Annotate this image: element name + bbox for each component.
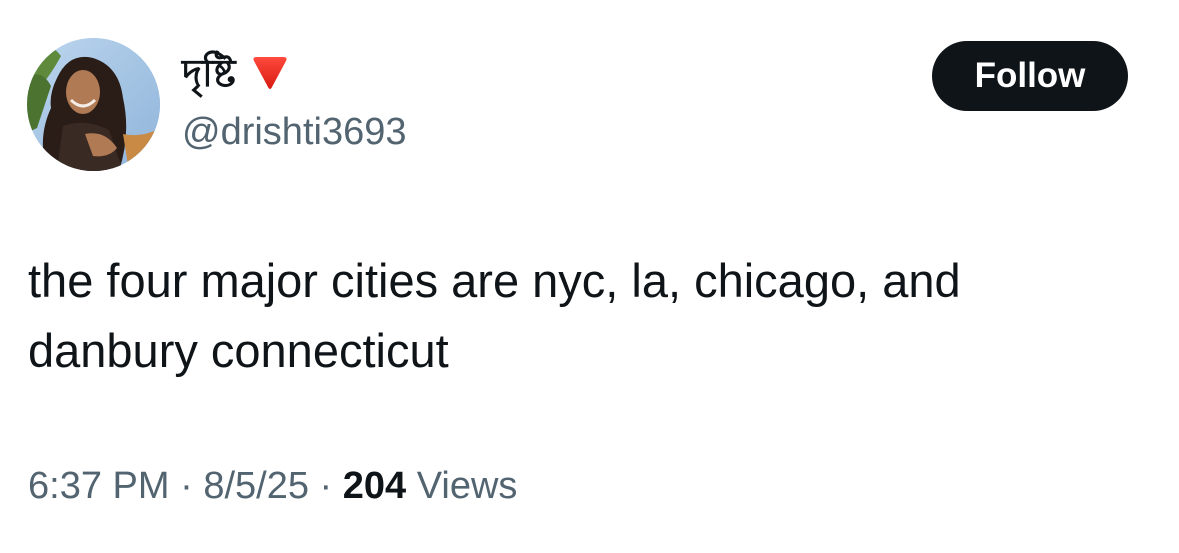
display-name-row: দৃষ্টি <box>182 50 290 96</box>
tweet-time[interactable]: 6:37 PM <box>28 465 170 507</box>
red-down-triangle-icon <box>250 55 290 91</box>
separator-dot: · <box>180 465 193 507</box>
separator: · <box>320 465 343 507</box>
views-label[interactable]: Views <box>417 465 518 507</box>
tweet-text: the four major cities are nyc, la, chica… <box>28 254 961 377</box>
tweet-card: দৃষ্টি @drishti3693 Follow the four majo… <box>0 0 1179 553</box>
user-handle[interactable]: @drishti3693 <box>182 110 406 154</box>
follow-button[interactable]: Follow <box>932 41 1128 111</box>
separator: · <box>180 465 203 507</box>
profile-photo-icon <box>27 38 160 171</box>
views-count[interactable]: 204 <box>343 465 406 507</box>
display-name[interactable]: দৃষ্টি <box>182 50 236 96</box>
separator-dot: · <box>319 465 333 507</box>
tweet-metadata: 6:37 PM · 8/5/25 · 204 Views <box>28 462 517 510</box>
tweet-date[interactable]: 8/5/25 <box>203 465 309 507</box>
avatar[interactable] <box>27 38 160 171</box>
